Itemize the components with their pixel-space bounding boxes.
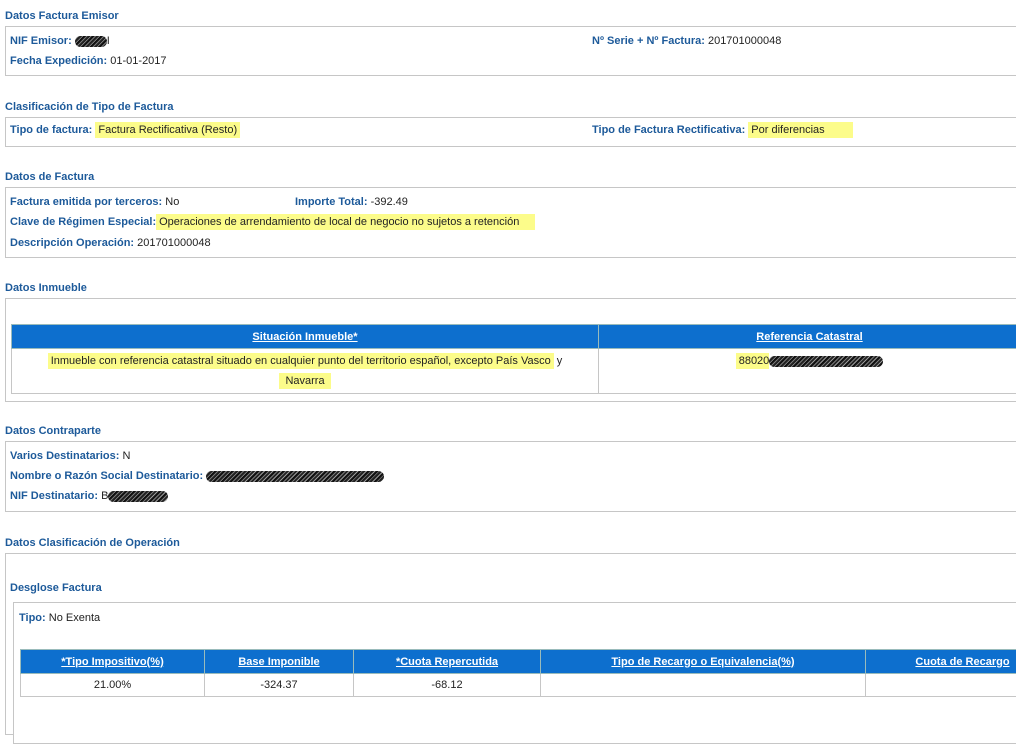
tipo-row: Tipo: No Exenta xyxy=(19,612,100,624)
rectificativa-label: Tipo de Factura Rectificativa: xyxy=(592,124,745,136)
serie-value: 201701000048 xyxy=(708,35,781,47)
redacted-nombre xyxy=(206,471,384,482)
tipo-impositivo-cell: 21.00% xyxy=(21,674,205,697)
nif-destinatario-label: NIF Destinatario: xyxy=(10,490,98,502)
rectificativa-value: Por diferencias xyxy=(748,122,852,138)
clave-row: Clave de Régimen Especial:Operaciones de… xyxy=(10,216,535,228)
col-cuota-recargo[interactable]: Cuota de Recargo xyxy=(866,650,1016,674)
section-title-factura: Datos de Factura xyxy=(5,171,94,183)
desglose-table: *Tipo Impositivo(%) Base Imponible *Cuot… xyxy=(20,649,1016,697)
col-situacion-inmueble[interactable]: Situación Inmueble* xyxy=(12,325,599,349)
tipo-label: Tipo: xyxy=(19,612,46,624)
section-title-inmueble: Datos Inmueble xyxy=(5,282,87,294)
varios-row: Varios Destinatarios: N xyxy=(10,450,130,462)
desglose-header-row: *Tipo Impositivo(%) Base Imponible *Cuot… xyxy=(21,650,1016,674)
varios-value: N xyxy=(123,450,131,462)
tipo-factura-row: Tipo de factura: Factura Rectificativa (… xyxy=(10,124,240,136)
nif-emisor-row: NIF Emisor: I xyxy=(10,35,110,47)
emisor-panel: NIF Emisor: I Nº Serie + Nº Factura: 201… xyxy=(5,26,1016,76)
nombre-label: Nombre o Razón Social Destinatario: xyxy=(10,470,203,482)
varios-label: Varios Destinatarios: xyxy=(10,450,119,462)
nif-emisor-label: NIF Emisor: xyxy=(10,35,72,47)
fecha-value: 01-01-2017 xyxy=(110,55,166,67)
col-cuota-repercutida[interactable]: *Cuota Repercutida xyxy=(354,650,541,674)
clave-label: Clave de Régimen Especial: xyxy=(10,216,156,228)
nif-destinatario-prefix: B xyxy=(101,490,108,502)
referencia-cell: 88020 xyxy=(599,349,1016,394)
base-imponible-cell: -324.37 xyxy=(205,674,354,697)
rectificativa-row: Tipo de Factura Rectificativa: Por difer… xyxy=(592,124,853,136)
contraparte-panel: Varios Destinatarios: N Nombre o Razón S… xyxy=(5,441,1016,512)
situacion-text-2: Navarra xyxy=(279,373,330,389)
desglose-panel: Tipo: No Exenta *Tipo Impositivo(%) Base… xyxy=(13,602,1016,744)
importe-label: Importe Total: xyxy=(295,196,368,208)
section-title-clasificacion: Clasificación de Tipo de Factura xyxy=(5,101,174,113)
factura-panel: Factura emitida por terceros: No Importe… xyxy=(5,187,1016,258)
col-tipo-impositivo[interactable]: *Tipo Impositivo(%) xyxy=(21,650,205,674)
clasificacion-panel: Tipo de factura: Factura Rectificativa (… xyxy=(5,117,1016,147)
terceros-row: Factura emitida por terceros: No xyxy=(10,196,179,208)
section-title-emisor: Datos Factura Emisor xyxy=(5,10,119,22)
col-tipo-recargo[interactable]: Tipo de Recargo o Equivalencia(%) xyxy=(541,650,866,674)
nif-emisor-suffix: I xyxy=(107,35,110,47)
tipo-recargo-cell xyxy=(541,674,866,697)
clave-value: Operaciones de arrendamiento de local de… xyxy=(156,214,535,230)
serie-row: Nº Serie + Nº Factura: 201701000048 xyxy=(592,35,781,47)
situacion-y: y xyxy=(557,355,563,367)
terceros-value: No xyxy=(165,196,179,208)
fecha-label: Fecha Expedición: xyxy=(10,55,107,67)
descripcion-row: Descripción Operación: 201701000048 xyxy=(10,237,211,249)
descripcion-value: 201701000048 xyxy=(137,237,210,249)
descripcion-label: Descripción Operación: xyxy=(10,237,134,249)
cuota-recargo-cell xyxy=(866,674,1016,697)
operacion-panel: Desglose Factura Tipo: No Exenta *Tipo I… xyxy=(5,553,1016,735)
col-referencia-catastral[interactable]: Referencia Catastral xyxy=(599,325,1016,349)
inmueble-header-row: Situación Inmueble* Referencia Catastral xyxy=(12,325,1016,349)
inmueble-row: Inmueble con referencia catastral situad… xyxy=(12,349,1016,394)
section-title-operacion: Datos Clasificación de Operación xyxy=(5,537,180,549)
cuota-repercutida-cell: -68.12 xyxy=(354,674,541,697)
section-title-contraparte: Datos Contraparte xyxy=(5,425,101,437)
redacted-referencia xyxy=(769,356,883,367)
referencia-prefix: 88020 xyxy=(736,353,770,369)
redacted-nif-emisor xyxy=(75,36,107,47)
situacion-text: Inmueble con referencia catastral situad… xyxy=(48,353,554,369)
fecha-row: Fecha Expedición: 01-01-2017 xyxy=(10,55,167,67)
tipo-factura-label: Tipo de factura: xyxy=(10,124,92,136)
tipo-value: No Exenta xyxy=(49,612,100,624)
inmueble-panel: Situación Inmueble* Referencia Catastral… xyxy=(5,298,1016,402)
inmueble-table: Situación Inmueble* Referencia Catastral… xyxy=(11,324,1016,394)
col-base-imponible[interactable]: Base Imponible xyxy=(205,650,354,674)
desglose-row: 21.00% -324.37 -68.12 xyxy=(21,674,1016,697)
serie-label: Nº Serie + Nº Factura: xyxy=(592,35,705,47)
terceros-label: Factura emitida por terceros: xyxy=(10,196,162,208)
importe-row: Importe Total: -392.49 xyxy=(295,196,408,208)
redacted-nif-destinatario xyxy=(108,491,168,502)
nif-destinatario-row: NIF Destinatario: B xyxy=(10,490,168,502)
importe-value: -392.49 xyxy=(371,196,408,208)
tipo-factura-value: Factura Rectificativa (Resto) xyxy=(95,122,240,138)
desglose-title: Desglose Factura xyxy=(10,582,102,594)
nombre-row: Nombre o Razón Social Destinatario: xyxy=(10,470,384,482)
situacion-cell: Inmueble con referencia catastral situad… xyxy=(12,349,599,394)
